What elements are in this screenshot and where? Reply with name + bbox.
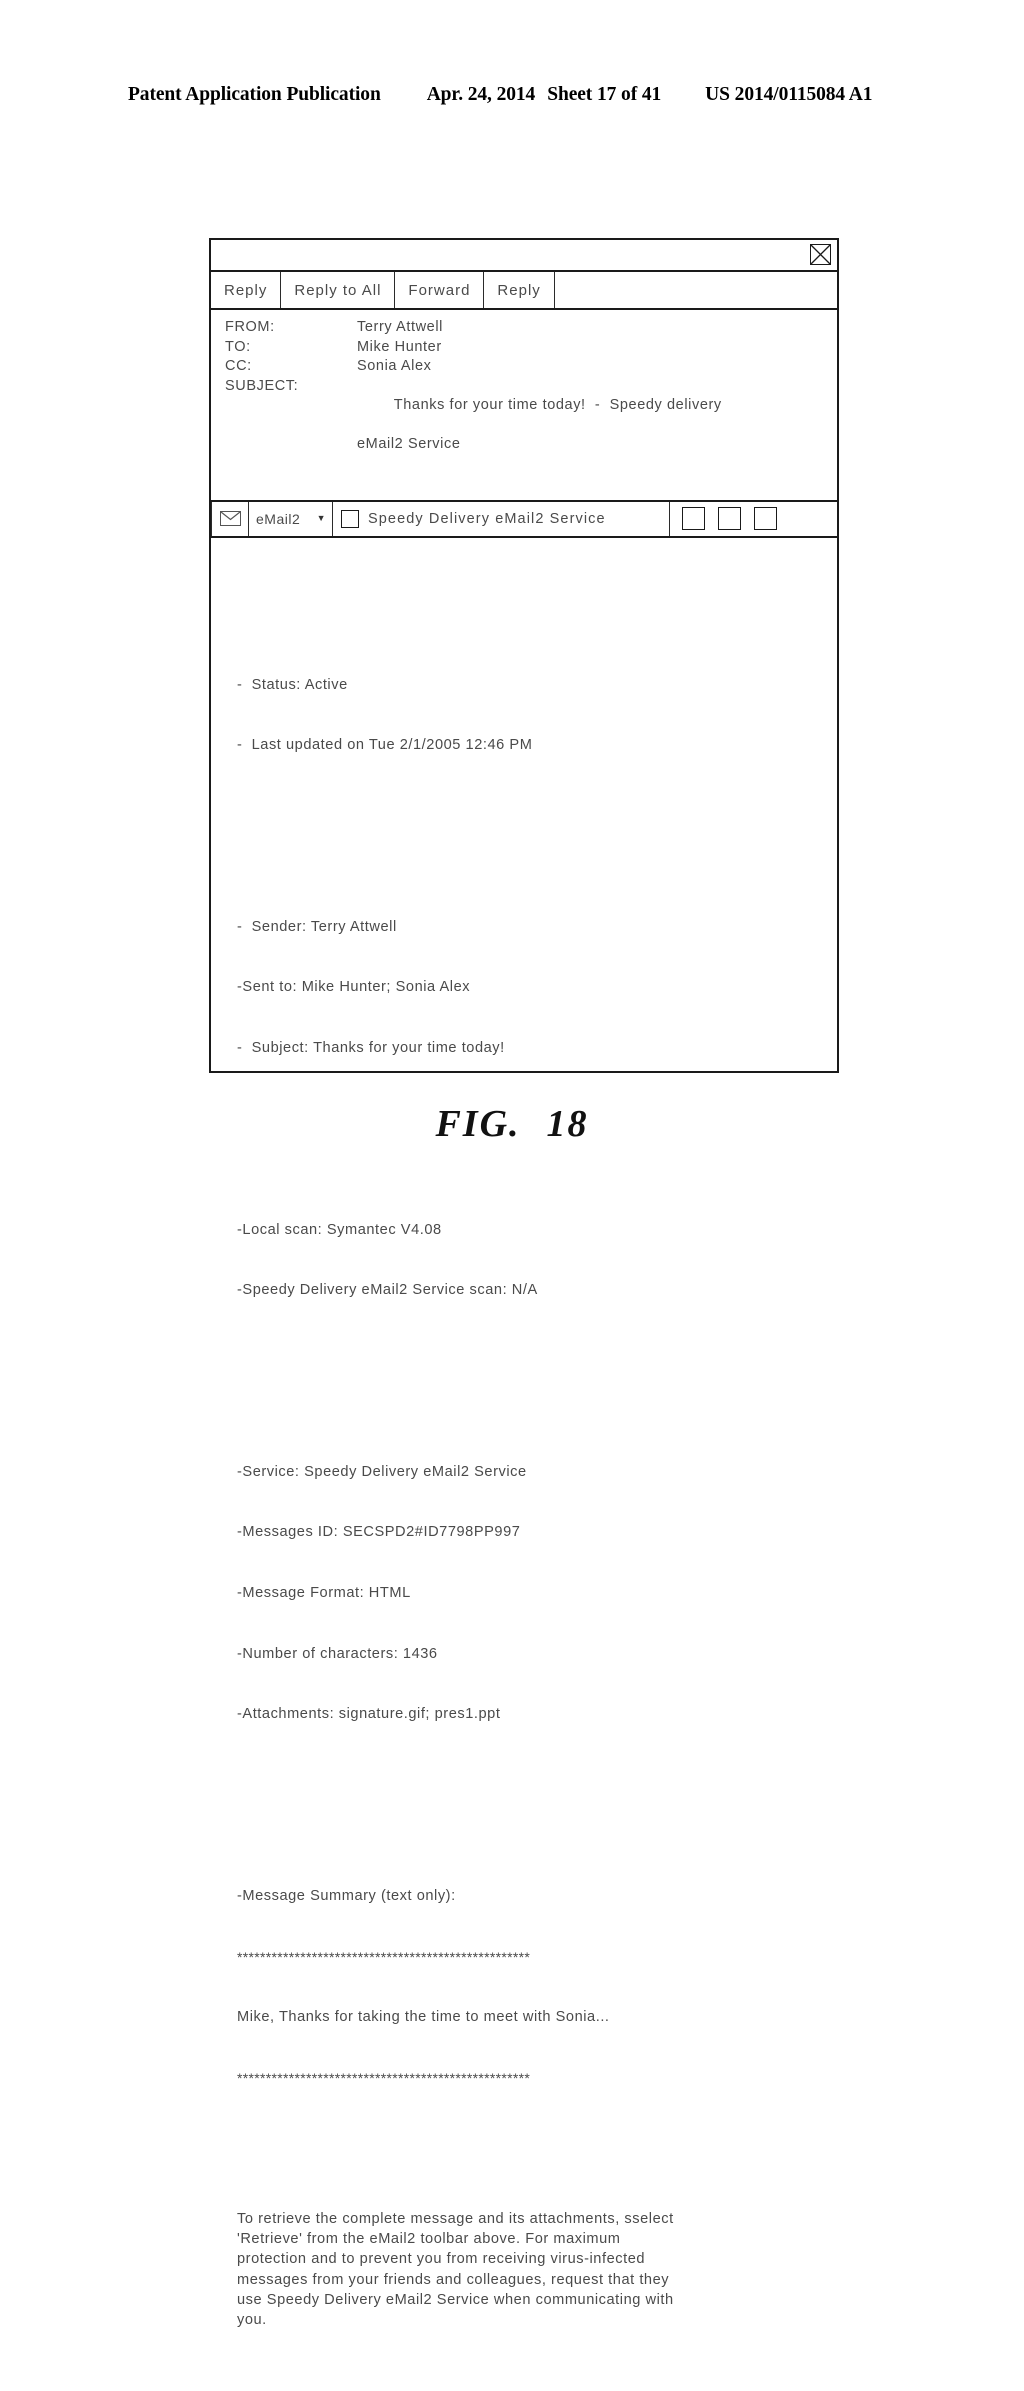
subject-label: SUBJECT:	[225, 377, 299, 394]
status-block: - Status: Active - Last updated on Tue 2…	[237, 634, 837, 796]
from-label: FROM:	[225, 319, 275, 335]
closing-line-2: 'Retrieve' from the eMail2 toolbar above…	[237, 2231, 621, 2248]
summary-divider-bottom: ****************************************…	[237, 2069, 531, 2086]
last-updated-line: - Last updated on Tue 2/1/2005 12:46 PM	[237, 737, 533, 754]
blank-button-1[interactable]	[682, 507, 705, 530]
service-scan-line: -Speedy Delivery eMail2 Service scan: N/…	[237, 1282, 538, 1299]
figure-caption: FIG. 18	[0, 1102, 1024, 1146]
reply-button-label: Reply	[224, 281, 268, 299]
chevron-down-icon: ▼	[316, 513, 326, 523]
reply-button-2[interactable]: Reply	[484, 272, 555, 308]
summary-heading: -Message Summary (text only):	[237, 1887, 456, 1904]
message-format-line: -Message Format: HTML	[237, 1585, 411, 1602]
envelope-icon	[219, 511, 241, 526]
summary-text: Mike, Thanks for taking the time to meet…	[237, 2009, 610, 2026]
reply-to-all-button-label: Reply to All	[294, 281, 382, 299]
subject-value-line-1: Thanks for your time today! - Speedy del…	[393, 397, 722, 413]
forward-button[interactable]: Forward	[395, 272, 485, 308]
to-value: Mike Hunter	[357, 338, 442, 355]
closing-line-4: messages from your friends and colleague…	[237, 2271, 670, 2288]
subject-line: - Subject: Thanks for your time today!	[237, 1039, 505, 1056]
speedy-delivery-checkbox-label: Speedy Delivery eMail2 Service	[368, 510, 606, 527]
sheet-number: Sheet 17 of 41	[547, 84, 662, 105]
closing-line-3: protection and to prevent you from recei…	[237, 2251, 646, 2268]
figure-number: 18	[546, 1103, 589, 1145]
attachments-line: -Attachments: signature.gif; pres1.ppt	[237, 1706, 501, 1723]
blank-button-3[interactable]	[754, 507, 777, 530]
scan-block: -Local scan: Symantec V4.08 -Speedy Deli…	[237, 1179, 837, 1341]
envelope-icon-button[interactable]	[211, 501, 249, 536]
email-message-window: Reply Reply to All Forward Reply FROM: T…	[209, 238, 839, 2328]
message-summary-block: -Message Summary (text only): **********…	[237, 1845, 837, 2128]
patent-page-header: Patent Application Publication Apr. 24, …	[128, 84, 896, 106]
sent-to-line: -Sent to: Mike Hunter; Sonia Alex	[237, 979, 471, 996]
email2-extra-buttons	[670, 502, 837, 536]
service-line: -Service: Speedy Delivery eMail2 Service	[237, 1463, 527, 1480]
from-value: Terry Attwell	[357, 319, 443, 335]
message-header-fields: FROM: Terry Attwell TO: Mike Hunter CC: …	[211, 310, 837, 502]
publication-label: Patent Application Publication	[128, 84, 381, 105]
subject-value: Thanks for your time today! - Speedy del…	[357, 377, 837, 494]
cc-value: Sonia Alex	[357, 358, 432, 374]
summary-divider-top: ****************************************…	[237, 1948, 531, 1965]
blank-button-2[interactable]	[718, 507, 741, 530]
forward-button-label: Forward	[408, 281, 471, 299]
closing-line-1: To retrieve the complete message and its…	[237, 2210, 674, 2227]
email2-service-select-value: eMail2	[256, 510, 301, 527]
header-row-cc: CC: Sonia Alex	[225, 357, 837, 377]
closing-line-6: you.	[237, 2311, 267, 2328]
publication-date: Apr. 24, 2014	[426, 84, 536, 105]
message-body-text: - Status: Active - Last updated on Tue 2…	[211, 538, 837, 2391]
email2-service-select[interactable]: eMail2 ▼	[249, 501, 333, 536]
sender-line: - Sender: Terry Attwell	[237, 918, 397, 935]
window-title-bar	[211, 240, 837, 272]
header-row-to: TO: Mike Hunter	[225, 338, 837, 358]
email2-service-toolbar: eMail2 ▼ Speedy Delivery eMail2 Service	[211, 501, 837, 538]
service-details-block: -Service: Speedy Delivery eMail2 Service…	[237, 1421, 837, 1764]
patent-number: US 2014/0115084 A1	[705, 84, 873, 105]
speedy-delivery-checkbox-group[interactable]: Speedy Delivery eMail2 Service	[333, 501, 670, 536]
speedy-delivery-checkbox[interactable]	[341, 509, 359, 528]
cc-label: CC:	[225, 358, 252, 374]
header-row-from: FROM: Terry Attwell	[225, 318, 837, 338]
reply-button-2-label: Reply	[497, 281, 541, 299]
local-scan-line: -Local scan: Symantec V4.08	[237, 1221, 442, 1238]
retrieval-instructions-paragraph: To retrieve the complete message and its…	[237, 2209, 821, 2330]
message-id-line: -Messages ID: SECSPD2#ID7798PP997	[237, 1524, 521, 1541]
to-label: TO:	[225, 338, 251, 355]
status-line: - Status: Active	[237, 676, 348, 693]
close-x-box-icon[interactable]	[810, 244, 831, 265]
reply-to-all-button[interactable]: Reply to All	[281, 272, 396, 308]
sender-block: - Sender: Terry Attwell -Sent to: Mike H…	[237, 876, 837, 1098]
figure-label: FIG.	[435, 1103, 521, 1145]
mail-action-toolbar: Reply Reply to All Forward Reply	[211, 272, 837, 310]
header-row-subject: SUBJECT: Thanks for your time today! - S…	[225, 377, 837, 494]
subject-value-line-2: eMail2 Service	[357, 436, 461, 452]
reply-button[interactable]: Reply	[211, 272, 282, 308]
closing-line-5: use Speedy Delivery eMail2 Service when …	[237, 2291, 674, 2308]
character-count-line: -Number of characters: 1436	[237, 1645, 438, 1662]
toolbar-empty-area	[555, 272, 837, 308]
